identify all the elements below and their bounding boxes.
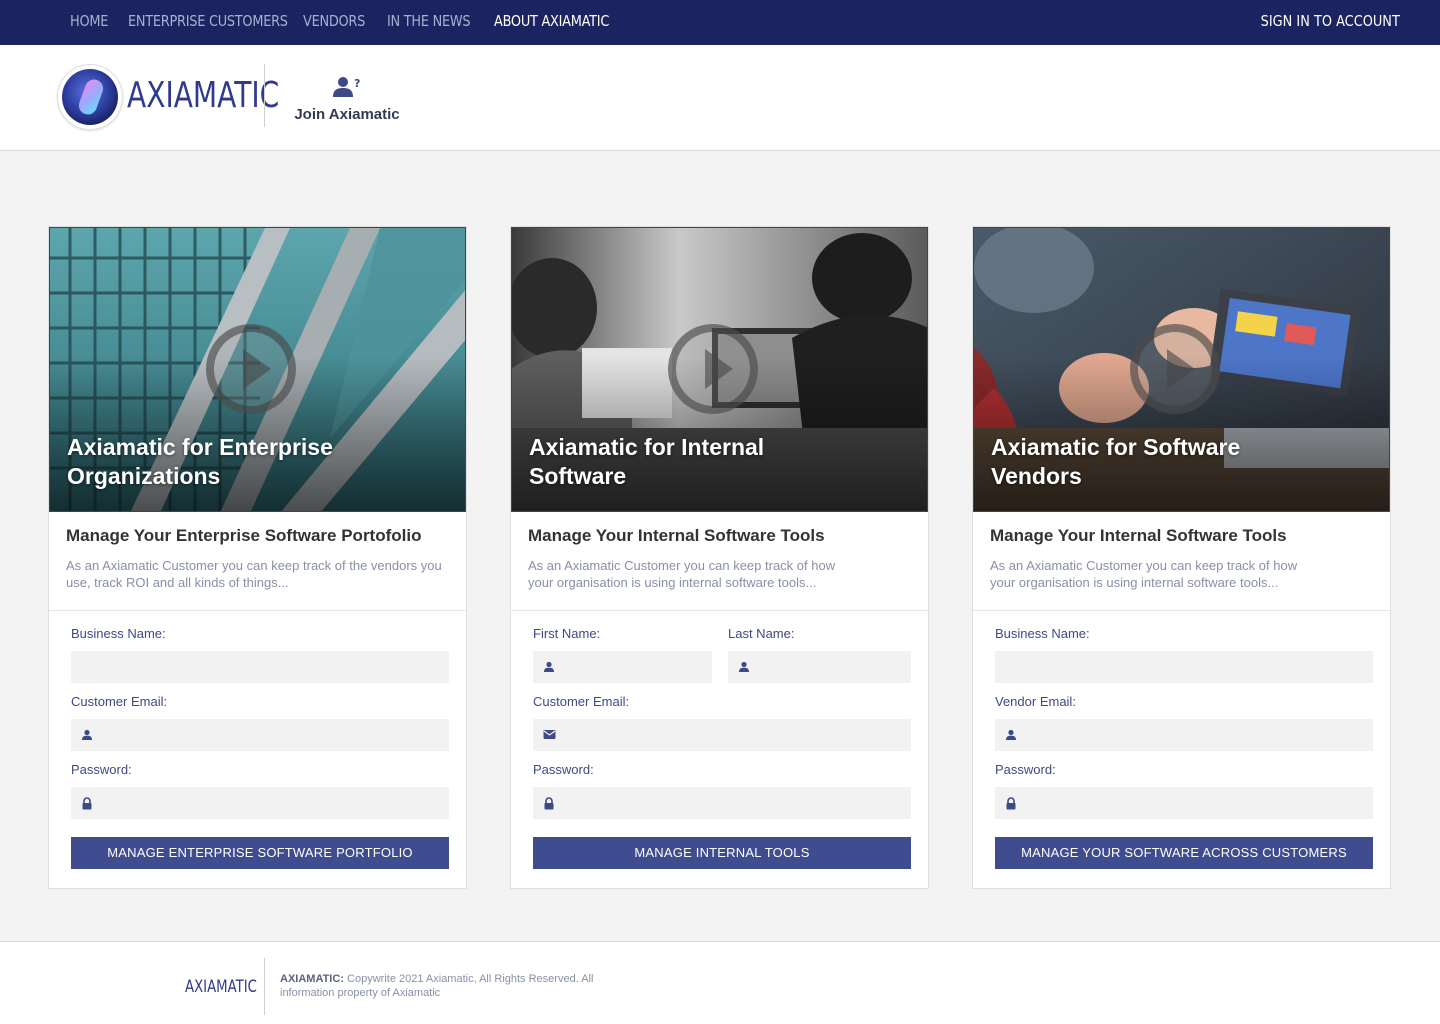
nav-in-the-news[interactable]: IN THE NEWS: [387, 12, 471, 30]
person-icon: [1006, 729, 1016, 740]
password-label: Password:: [533, 762, 594, 777]
business-name-label: Business Name:: [71, 626, 166, 641]
join-label: Join Axiamatic: [294, 106, 400, 123]
customer-email-label: Customer Email:: [71, 694, 168, 709]
card-vendors: Axiamatic for Software Vendors Manage Yo…: [972, 226, 1391, 889]
logo-mark-icon[interactable]: [58, 65, 122, 129]
card-subtitle: Manage Your Internal Software Tools: [990, 526, 1287, 545]
lock-icon: [1006, 797, 1016, 810]
password-label: Password:: [71, 762, 132, 777]
first-name-input[interactable]: [533, 651, 712, 683]
person-icon: [544, 661, 554, 672]
card-hero-title: Axiamatic for Software Vendors: [991, 434, 1241, 489]
vendor-email-label: Vendor Email:: [995, 694, 1076, 709]
card-description: As an Axiamatic Customer you can keep tr…: [990, 558, 1298, 590]
card-subtitle: Manage Your Internal Software Tools: [528, 526, 825, 545]
footer-copyright: AXIAMATIC: Copywrite 2021 Axiamatic, All…: [280, 972, 620, 1000]
business-name-input[interactable]: [71, 651, 449, 683]
card-description: As an Axiamatic Customer you can keep tr…: [66, 558, 442, 590]
last-name-label: Last Name:: [728, 626, 795, 641]
person-icon: [739, 661, 749, 672]
card-divider: [49, 610, 466, 611]
customer-email-input[interactable]: [533, 719, 911, 751]
footer-logo-text[interactable]: AXIAMATIC: [185, 977, 257, 997]
nav-about-axiamatic[interactable]: ABOUT AXIAMATIC: [494, 12, 609, 30]
nav-enterprise-customers[interactable]: ENTERPRISE CUSTOMERS: [128, 12, 288, 30]
lock-icon: [82, 797, 92, 810]
logo-text[interactable]: AXIAMATIC: [127, 75, 279, 116]
card-hero-title: Axiamatic for Internal Software: [529, 434, 765, 489]
password-label: Password:: [995, 762, 1056, 777]
card-hero-image: Axiamatic for Software Vendors: [973, 227, 1390, 512]
footer-brand: AXIAMATIC:: [280, 973, 344, 985]
header-divider: [264, 64, 265, 127]
manage-internal-tools-button[interactable]: MANAGE INTERNAL TOOLS: [533, 837, 911, 869]
join-button[interactable]: ? Join Axiamatic: [290, 75, 404, 123]
site-header: AXIAMATIC ? Join Axiamatic: [0, 45, 1440, 151]
person-icon: [82, 729, 92, 740]
customer-email-input[interactable]: [71, 719, 449, 751]
card-divider: [973, 610, 1390, 611]
manage-enterprise-portfolio-button[interactable]: MANAGE ENTERPRISE SOFTWARE PORTFOLIO: [71, 837, 449, 869]
password-input[interactable]: [533, 787, 911, 819]
play-video-button[interactable]: [668, 324, 758, 414]
first-name-label: First Name:: [533, 626, 601, 641]
manage-software-across-customers-button[interactable]: MANAGE YOUR SOFTWARE ACROSS CUSTOMERS: [995, 837, 1373, 869]
card-hero-title: Axiamatic for Enterprise Organizations: [67, 434, 333, 489]
business-name-label: Business Name:: [995, 626, 1090, 641]
nav-vendors[interactable]: VENDORS: [303, 12, 365, 30]
vendor-email-input[interactable]: [995, 719, 1373, 751]
lock-icon: [544, 797, 554, 810]
play-video-button[interactable]: [206, 324, 296, 414]
site-footer: AXIAMATIC AXIAMATIC: Copywrite 2021 Axia…: [0, 941, 1440, 1024]
card-subtitle: Manage Your Enterprise Software Portofol…: [66, 526, 422, 545]
business-name-input[interactable]: [995, 651, 1373, 683]
card-hero-image: Axiamatic for Enterprise Organizations: [49, 227, 466, 512]
card-enterprise: Axiamatic for Enterprise Organizations M…: [48, 226, 467, 889]
user-question-icon: ?: [333, 77, 360, 97]
card-hero-image: Axiamatic for Internal Software: [511, 227, 928, 512]
footer-divider: [264, 958, 265, 1015]
card-description: As an Axiamatic Customer you can keep tr…: [528, 558, 836, 590]
play-video-button[interactable]: [1130, 324, 1220, 414]
last-name-input[interactable]: [728, 651, 911, 683]
password-input[interactable]: [995, 787, 1373, 819]
mail-icon: [543, 730, 556, 739]
nav-home[interactable]: HOME: [70, 12, 108, 30]
card-internal: Axiamatic for Internal Software Manage Y…: [510, 226, 929, 889]
top-nav: HOME ENTERPRISE CUSTOMERS VENDORS IN THE…: [0, 0, 1440, 45]
sign-in-link[interactable]: SIGN IN TO ACCOUNT: [1261, 12, 1400, 30]
password-input[interactable]: [71, 787, 449, 819]
svg-text:?: ?: [354, 77, 360, 90]
card-divider: [511, 610, 928, 611]
customer-email-label: Customer Email:: [533, 694, 630, 709]
